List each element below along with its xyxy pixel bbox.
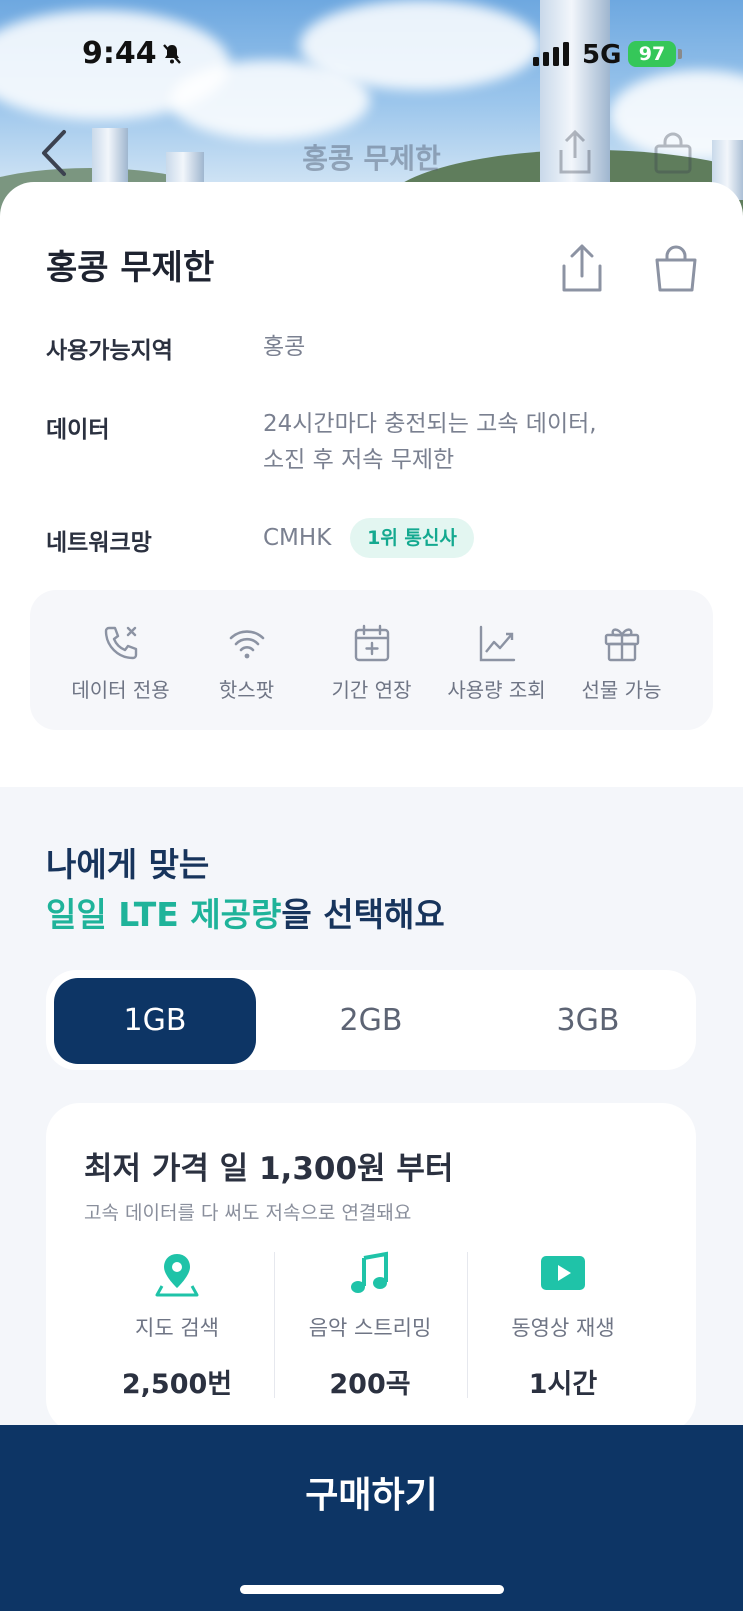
heading-rest: 을 선택해요 <box>281 895 445 934</box>
status-time: 9:44 <box>82 36 157 71</box>
feature-label: 핫스팟 <box>218 678 275 702</box>
bag-icon[interactable] <box>652 128 694 176</box>
battery-level: 97 <box>628 41 676 67</box>
share-icon[interactable] <box>555 128 595 176</box>
usage-value: 200곡 <box>329 1369 411 1400</box>
nav-title: 홍콩 무제한 <box>302 142 441 175</box>
region-value: 홍콩 <box>263 334 306 360</box>
status-bar: 9:44 5G 97 <box>0 0 743 110</box>
buy-button[interactable]: 구매하기 <box>0 1466 743 1518</box>
feature-hotspot: 핫스팟 <box>184 622 309 703</box>
product-title: 홍콩 무제한 <box>46 248 215 288</box>
gift-icon <box>604 628 639 662</box>
plan-option-3gb[interactable]: 3GB <box>487 978 689 1064</box>
play-video-icon <box>541 1256 585 1290</box>
plan-option-1gb[interactable]: 1GB <box>54 978 256 1064</box>
carrier-rank-badge: 1위 통신사 <box>350 518 474 558</box>
feature-label: 기간 연장 <box>331 678 412 702</box>
data-value-line1: 24시간마다 충전되는 고속 데이터, <box>263 411 597 437</box>
share-icon[interactable] <box>556 240 608 296</box>
music-note-icon <box>351 1251 388 1293</box>
usage-music: 음악 스트리밍 200곡 <box>275 1250 465 1401</box>
usage-label: 지도 검색 <box>135 1316 219 1340</box>
feature-label: 선물 가능 <box>581 678 662 702</box>
network-value: CMHK <box>263 525 332 551</box>
feature-extend: 기간 연장 <box>309 622 434 703</box>
phone-off-icon <box>104 626 137 660</box>
feature-usage: 사용량 조회 <box>434 622 559 703</box>
plan-option-2gb[interactable]: 2GB <box>270 978 472 1064</box>
signal-icon <box>533 42 569 66</box>
region-label: 사용가능지역 <box>46 338 173 364</box>
chart-line-icon <box>479 625 515 662</box>
calendar-plus-icon <box>354 624 389 662</box>
data-value-line2: 소진 후 저속 무제한 <box>263 447 455 473</box>
plan-section-heading: 나에게 맞는 일일 LTE 제공량을 선택해요 <box>46 840 445 940</box>
usage-video: 동영상 재생 1시간 <box>468 1250 658 1401</box>
feature-label: 사용량 조회 <box>447 678 546 702</box>
usage-value: 1시간 <box>528 1369 598 1400</box>
usage-value: 2,500번 <box>121 1369 233 1400</box>
price-title: 최저 가격 일 1,300원 부터 <box>84 1151 454 1187</box>
wifi-icon <box>229 630 264 659</box>
usage-label: 동영상 재생 <box>511 1316 615 1340</box>
usage-map: 지도 검색 2,500번 <box>82 1250 272 1401</box>
bell-muted-icon <box>163 44 181 64</box>
price-subtitle: 고속 데이터를 다 써도 저속으로 연결돼요 <box>84 1202 412 1224</box>
cart-bag-icon[interactable] <box>651 240 701 296</box>
usage-label: 음악 스트리밍 <box>308 1316 432 1340</box>
buy-bar[interactable] <box>0 1425 743 1611</box>
network-type: 5G <box>582 40 622 70</box>
home-indicator <box>240 1585 504 1594</box>
data-label: 데이터 <box>46 417 110 443</box>
battery-cap <box>678 49 682 59</box>
heading-accent: 일일 LTE 제공량 <box>46 895 282 934</box>
map-pin-icon <box>155 1254 199 1297</box>
network-label: 네트워크망 <box>46 530 152 556</box>
feature-label: 데이터 전용 <box>71 678 170 702</box>
feature-data-only: 데이터 전용 <box>58 622 183 703</box>
heading-line1: 나에게 맞는 <box>46 845 210 884</box>
feature-gift: 선물 가능 <box>559 622 684 703</box>
